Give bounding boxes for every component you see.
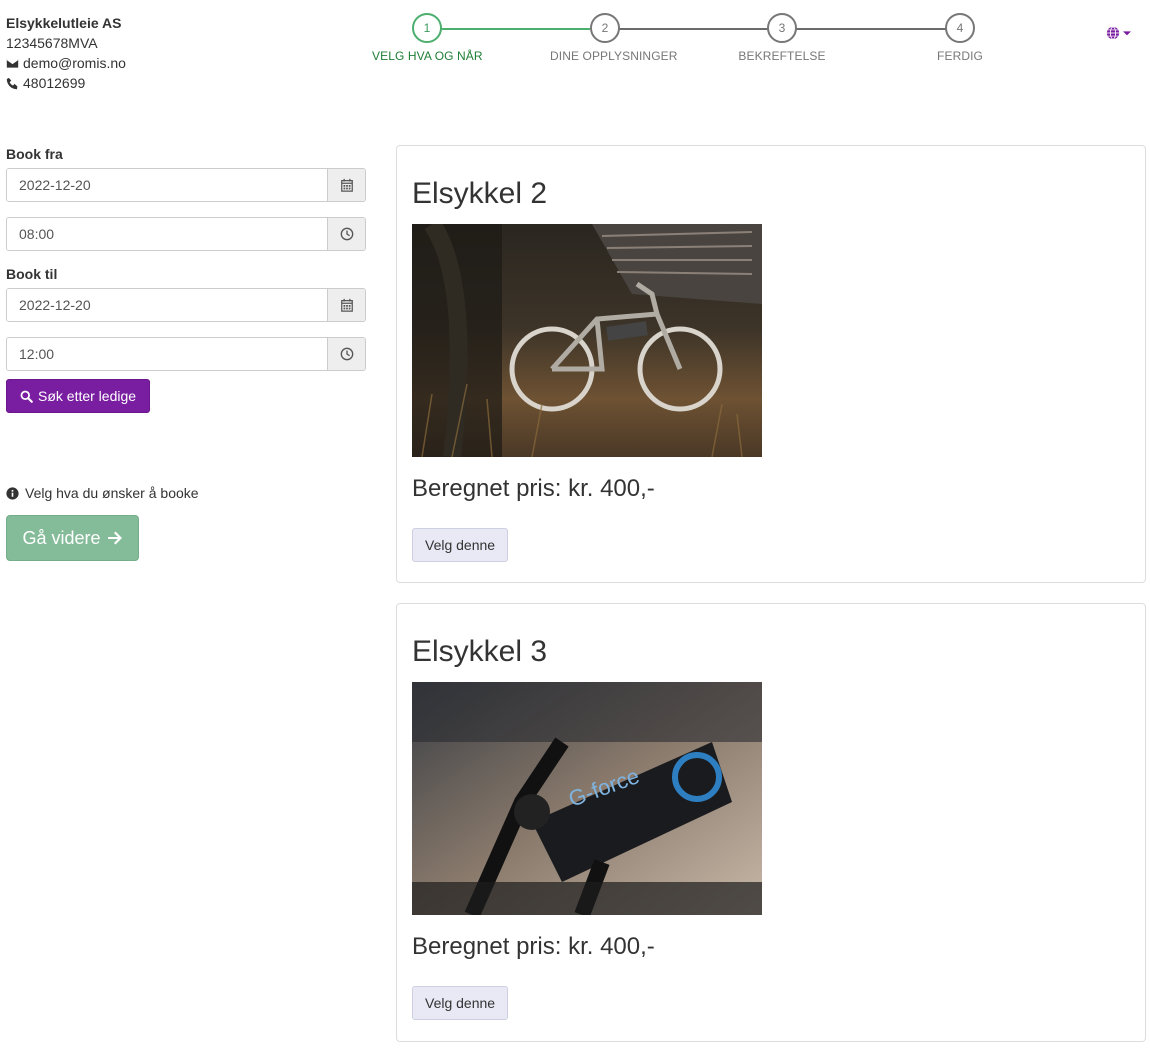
search-available-button[interactable]: Søk etter ledige [6, 379, 151, 413]
booking-hint-text: Velg hva du ønsker å booke [25, 485, 199, 501]
book-to-date-input[interactable] [7, 289, 327, 321]
book-from-label: Book fra [6, 146, 63, 162]
step-4-label: FERDIG [937, 49, 983, 63]
product-title: Elsykkel 3 [412, 635, 548, 668]
step-2: 2 DINE OPPLYSNINGER [550, 13, 678, 63]
bike-photo: G-force [412, 682, 762, 915]
book-to-label: Book til [6, 266, 58, 282]
clock-icon [340, 347, 353, 361]
product-card: Elsykkel 3 G-force Beregnet pris: kr. 40… [396, 603, 1146, 1042]
step-4-number: 4 [945, 13, 975, 43]
envelope-icon [6, 58, 19, 68]
product-card: Elsykkel 2 Beregnet pris: kr. 400,- Velg… [396, 145, 1146, 583]
step-1: 1 VELG HVA OG NÅR [372, 13, 483, 63]
company-name: Elsykkelutleie AS [6, 15, 122, 31]
step-3-label: BEKREFTELSE [738, 49, 826, 63]
step-1-label: VELG HVA OG NÅR [372, 49, 483, 63]
language-selector[interactable] [1106, 26, 1131, 40]
book-to-date-addon[interactable] [327, 289, 365, 321]
book-to-time-input[interactable] [7, 338, 327, 370]
book-to-time-group [6, 337, 366, 371]
calendar-icon [340, 298, 353, 312]
book-from-time-addon[interactable] [327, 218, 365, 250]
book-to-date-group [6, 288, 366, 322]
book-to-time-addon[interactable] [327, 338, 365, 370]
company-phone-row: 48012699 [6, 73, 126, 93]
step-2-number: 2 [590, 13, 620, 43]
caret-down-icon [1123, 31, 1131, 36]
continue-button[interactable]: Gå videre [6, 515, 139, 561]
product-price: Beregnet pris: kr. 400,- [412, 475, 655, 502]
booking-form: Book fra Book til Søk etter ledige [6, 146, 366, 413]
company-org-number: 12345678MVA [6, 35, 98, 51]
book-from-date-addon[interactable] [327, 169, 365, 201]
step-3: 3 BEKREFTELSE [727, 13, 837, 63]
step-4: 4 FERDIG [905, 13, 1015, 63]
book-from-date-group [6, 168, 366, 202]
book-from-time-input[interactable] [7, 218, 327, 250]
globe-icon [1106, 26, 1120, 40]
product-title: Elsykkel 2 [412, 177, 548, 210]
select-product-button[interactable]: Velg denne [412, 986, 509, 1020]
clock-icon [340, 227, 353, 241]
step-1-number: 1 [412, 13, 442, 43]
step-3-number: 3 [767, 13, 797, 43]
phone-icon [6, 77, 18, 89]
company-info: Elsykkelutleie AS 12345678MVA demo@romis… [6, 13, 126, 93]
continue-button-label: Gå videre [22, 527, 101, 548]
product-price: Beregnet pris: kr. 400,- [412, 933, 655, 960]
company-email-row: demo@romis.no [6, 53, 126, 73]
progress-stepper: 1 VELG HVA OG NÅR 2 DINE OPPLYSNINGER 3 … [372, 13, 992, 73]
step-2-label: DINE OPPLYSNINGER [550, 49, 678, 63]
company-email[interactable]: demo@romis.no [23, 53, 126, 73]
search-icon [20, 390, 33, 403]
bike-photo [412, 224, 762, 457]
info-icon [6, 486, 19, 500]
calendar-icon [340, 178, 353, 192]
company-phone[interactable]: 48012699 [23, 73, 85, 93]
arrow-right-icon [107, 531, 122, 545]
select-product-button[interactable]: Velg denne [412, 528, 509, 562]
book-from-time-group [6, 217, 366, 251]
booking-hint: Velg hva du ønsker å booke [6, 485, 199, 501]
search-button-label: Søk etter ledige [38, 388, 137, 404]
book-from-date-input[interactable] [7, 169, 327, 201]
